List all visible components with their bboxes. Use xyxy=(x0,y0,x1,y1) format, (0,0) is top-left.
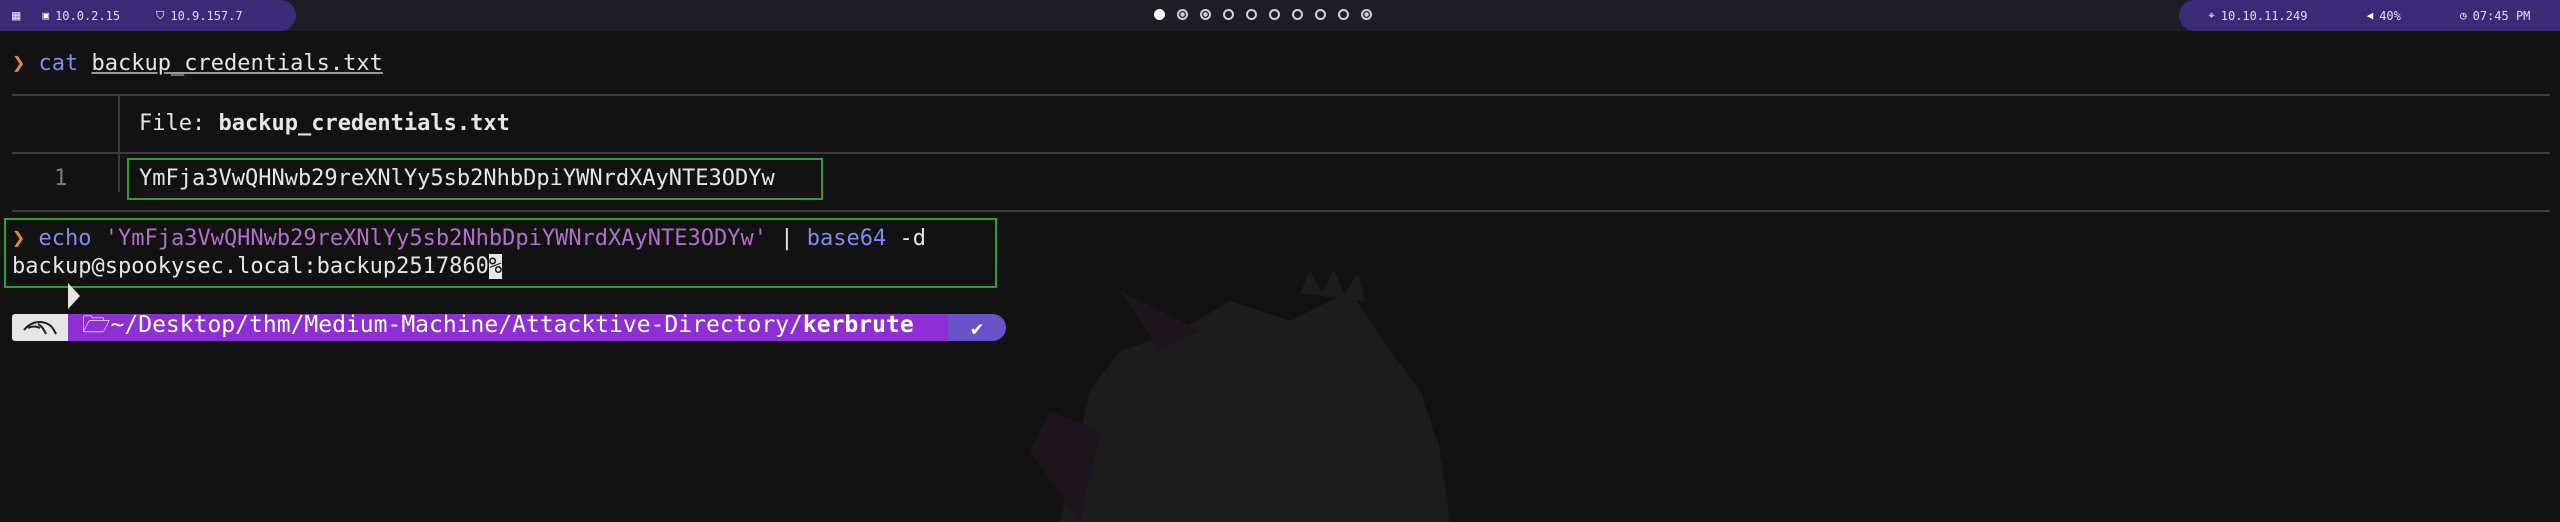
prompt-symbol-2: ❯ xyxy=(12,226,26,251)
status-segment: ✔ xyxy=(948,314,1006,341)
kali-dragon-icon xyxy=(23,321,57,335)
check-icon: ✔ xyxy=(970,315,984,340)
workspace-7[interactable] xyxy=(1292,9,1303,20)
target-ip: ⌖ 10.10.11.249 xyxy=(2208,8,2308,23)
bat-top-border xyxy=(12,94,2550,96)
workspace-3[interactable] xyxy=(1200,9,1211,20)
bat-header-divider xyxy=(12,152,2550,154)
workspace-9[interactable] xyxy=(1338,9,1349,20)
command-cat: cat xyxy=(38,51,79,76)
command-argument: backup_credentials.txt xyxy=(91,51,383,76)
bat-bottom-border xyxy=(12,210,2550,212)
workspace-1[interactable] xyxy=(1154,9,1165,20)
shield-icon: ⛉ xyxy=(156,8,165,22)
workspace-2[interactable] xyxy=(1177,9,1188,20)
status-pill: ⌖ 10.10.11.249 ◀ 40% ◷ 07:45 PM xyxy=(2179,0,2560,31)
command-echo: echo xyxy=(38,226,92,251)
pipe-symbol: | xyxy=(780,226,794,251)
local-ip-1: ▣ 10.0.2.15 xyxy=(42,8,121,23)
bat-file-header: File: backup_credentials.txt xyxy=(139,111,510,136)
terminal-window[interactable]: ❯ cat backup_credentials.txt File: backu… xyxy=(0,31,2560,522)
command-base64: base64 xyxy=(806,226,887,251)
workspace-indicators xyxy=(1154,9,1372,20)
monitor-icon: ▣ xyxy=(42,9,50,22)
bat-file-name: backup_credentials.txt xyxy=(218,111,510,136)
prompt-symbol: ❯ xyxy=(12,51,26,76)
top-bar: ▦ ▣ 10.0.2.15 ⛉ 10.9.157.7 ⌖ 10.10.11.24… xyxy=(0,0,2560,31)
command-flag: -d xyxy=(899,226,926,251)
workspace-6[interactable] xyxy=(1269,9,1280,20)
grid-icon[interactable]: ▦ xyxy=(12,8,20,24)
volume-indicator[interactable]: ◀ 40% xyxy=(2367,9,2401,23)
command-line-1: ❯ cat backup_credentials.txt xyxy=(12,51,383,76)
prompt-dir: ~/Desktop/thm/Medium-Machine/Attacktive-… xyxy=(110,312,803,338)
clock: ◷ 07:45 PM xyxy=(2459,8,2531,23)
workspace-10[interactable] xyxy=(1361,9,1372,20)
vpn-ip: ⛉ 10.9.157.7 xyxy=(156,8,243,23)
workspace-5[interactable] xyxy=(1246,9,1257,20)
encoded-credentials: YmFja3VwQHNwb29reXNlYy5sb2NhbDpiYWNrdXAy… xyxy=(139,166,775,191)
segment-separator-1 xyxy=(68,283,80,309)
command-line-2: ❯ echo 'YmFja3VwQHNwb29reXNlYy5sb2NhbDpi… xyxy=(12,226,926,251)
line-number: 1 xyxy=(54,166,68,191)
bat-gutter-divider xyxy=(118,94,120,192)
decoded-output: backup@spookysec.local:backup2517860% xyxy=(12,254,503,279)
prompt-current-dir: kerbrute xyxy=(802,312,914,338)
workspace-4[interactable] xyxy=(1223,9,1234,20)
kali-logo-segment xyxy=(12,314,68,341)
prompt-path-segment: 🗁~/Desktop/thm/Medium-Machine/Attacktive… xyxy=(68,312,948,341)
workspace-8[interactable] xyxy=(1315,9,1326,20)
speaker-icon: ◀ xyxy=(2366,9,2374,22)
folder-open-icon: 🗁 xyxy=(82,312,111,338)
terminal-cursor: % xyxy=(488,254,503,279)
echo-string: 'YmFja3VwQHNwb29reXNlYy5sb2NhbDpiYWNrdXA… xyxy=(104,226,767,251)
clock-icon: ◷ xyxy=(2459,9,2467,22)
crosshair-icon: ⌖ xyxy=(2208,8,2215,22)
network-pill: ▦ ▣ 10.0.2.15 ⛉ 10.9.157.7 xyxy=(0,0,296,31)
